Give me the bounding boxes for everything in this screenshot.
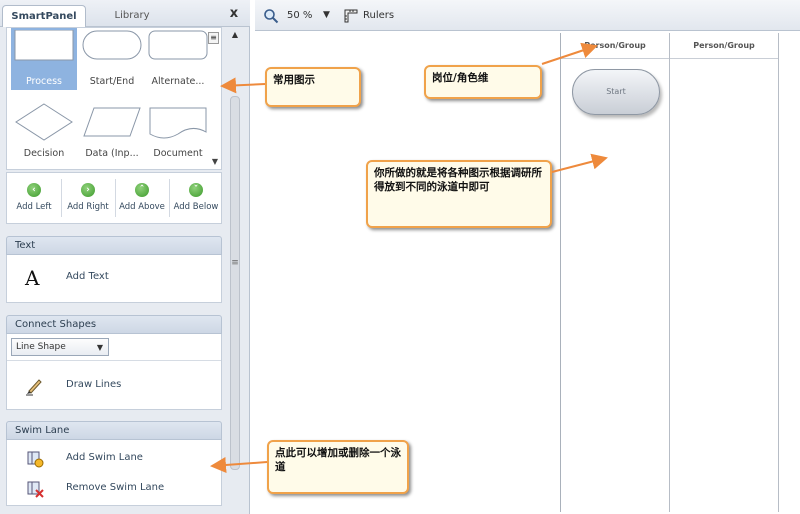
- shape-label: Decision: [23, 148, 65, 159]
- line-shape-value: Line Shape: [16, 342, 66, 352]
- pencil-icon: [26, 379, 42, 396]
- shape-label: Alternate...: [151, 76, 205, 87]
- add-below-button[interactable]: ˇ Add Below: [169, 173, 223, 223]
- add-right-button[interactable]: › Add Right: [61, 173, 115, 223]
- arrow-left-icon: ‹: [27, 183, 41, 197]
- smart-panel: SmartPanel Library x Process Start/End A…: [0, 0, 250, 514]
- document-shape-icon: [149, 107, 207, 139]
- chevron-down-icon: ▼: [96, 343, 103, 352]
- process-shape-icon: [14, 30, 74, 61]
- shape-process[interactable]: Process: [11, 28, 77, 90]
- scroll-grip-icon: ≡: [231, 258, 239, 268]
- arrow-down-icon: ˇ: [189, 183, 203, 197]
- shape-decision[interactable]: Decision: [11, 100, 77, 162]
- shape-label: Start/End: [89, 76, 135, 87]
- connect-section: Line Shape ▼ Draw Lines: [6, 334, 222, 410]
- draw-lines-button[interactable]: Draw Lines: [7, 372, 221, 400]
- add-text-label: Add Text: [66, 271, 109, 282]
- callout-place-shapes: 你所做的就是将各种图示根据调研所得放到不同的泳道中即可: [366, 160, 552, 228]
- connect-section-title: Connect Shapes: [6, 315, 222, 334]
- line-shape-select[interactable]: Line Shape ▼: [11, 338, 109, 356]
- zoom-icon[interactable]: [263, 8, 279, 24]
- tab-smartpanel[interactable]: SmartPanel: [2, 5, 86, 27]
- swim-section: Add Swim Lane Remove Swim Lane: [6, 440, 222, 506]
- shape-start-end[interactable]: Start/End: [79, 28, 145, 90]
- zoom-value[interactable]: 50 %: [287, 10, 312, 21]
- remove-lane-icon: [27, 481, 44, 498]
- scrollbar-thumb[interactable]: [230, 96, 240, 470]
- ruler-icon[interactable]: [343, 8, 359, 24]
- canvas-toolbar: 50 % ▼ Rulers: [255, 0, 800, 31]
- shape-document[interactable]: Document: [145, 100, 211, 162]
- add-below-label: Add Below: [173, 202, 219, 212]
- shape-alternate[interactable]: Alternate...: [145, 28, 211, 90]
- add-text-button[interactable]: A Add Text: [7, 264, 221, 292]
- decision-shape-icon: [15, 103, 73, 141]
- rulers-toggle[interactable]: Rulers: [363, 10, 394, 21]
- panel-scrollbar[interactable]: ▲ ≡: [228, 30, 242, 508]
- shape-label: Data (Inp...: [85, 148, 139, 159]
- panel-tabs: SmartPanel Library x: [0, 0, 250, 27]
- callout-add-remove-lane: 点此可以增加或删除一个泳道: [267, 440, 409, 494]
- text-section: A Add Text: [6, 255, 222, 303]
- shapes-gallery: Process Start/End Alternate... Decision …: [6, 27, 222, 170]
- arrow-up-icon: ˆ: [135, 183, 149, 197]
- swim-section-title: Swim Lane: [6, 421, 222, 440]
- shape-label: Process: [25, 76, 63, 87]
- add-left-button[interactable]: ‹ Add Left: [7, 173, 61, 223]
- gallery-down-icon[interactable]: ▼: [212, 157, 218, 166]
- remove-swim-lane-button[interactable]: Remove Swim Lane: [7, 475, 221, 503]
- shape-label: Document: [153, 148, 203, 159]
- start-end-shape-icon: [82, 30, 142, 60]
- add-above-label: Add Above: [119, 202, 165, 212]
- text-section-title: Text: [6, 236, 222, 255]
- scroll-up-icon[interactable]: ▲: [228, 30, 242, 42]
- lane-divider: [778, 33, 779, 512]
- add-shape-buttons: ‹ Add Left › Add Right ˆ Add Above ˇ Add…: [6, 172, 222, 224]
- add-swim-lane-button[interactable]: Add Swim Lane: [7, 445, 221, 473]
- add-left-label: Add Left: [16, 202, 52, 212]
- add-swim-lane-label: Add Swim Lane: [66, 452, 143, 463]
- chevron-down-icon[interactable]: ▼: [323, 10, 330, 20]
- gallery-menu-icon[interactable]: ≡: [208, 32, 219, 44]
- add-above-button[interactable]: ˆ Add Above: [115, 173, 169, 223]
- callout-role-dimension: 岗位/角色维: [424, 65, 542, 99]
- alternate-shape-icon: [148, 30, 208, 60]
- draw-lines-label: Draw Lines: [66, 379, 122, 390]
- text-a-icon: A: [25, 266, 40, 290]
- arrow-right-icon: ›: [81, 183, 95, 197]
- add-lane-icon: [27, 451, 44, 468]
- shape-data[interactable]: Data (Inp...: [79, 100, 145, 162]
- tab-library[interactable]: Library: [92, 5, 172, 27]
- close-icon[interactable]: x: [226, 6, 242, 22]
- lane-header-2[interactable]: Person/Group: [670, 33, 778, 59]
- remove-swim-lane-label: Remove Swim Lane: [66, 482, 165, 493]
- lane-divider: [669, 33, 670, 512]
- lane-header-1[interactable]: Person/Group: [561, 33, 669, 59]
- callout-common-shapes: 常用图示: [265, 67, 361, 107]
- swim-lane-pool[interactable]: Person/Group Person/Group Start: [560, 33, 800, 512]
- add-right-label: Add Right: [67, 202, 109, 212]
- start-shape[interactable]: Start: [572, 69, 660, 115]
- data-shape-icon: [83, 107, 141, 137]
